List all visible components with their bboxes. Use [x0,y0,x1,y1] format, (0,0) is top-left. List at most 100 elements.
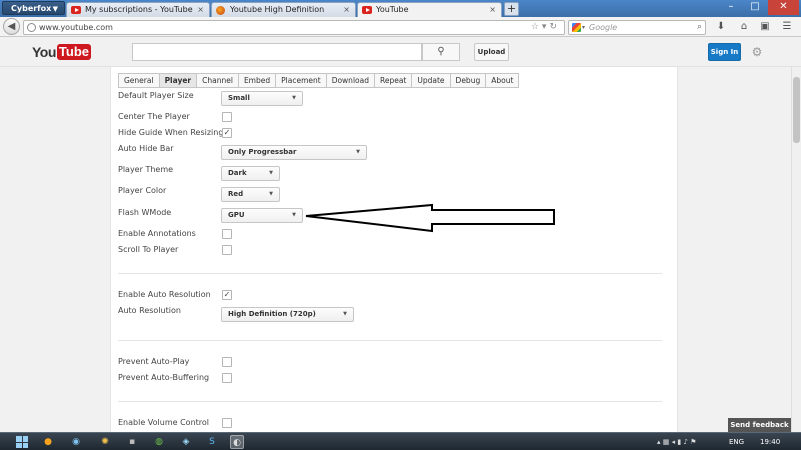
browser-tab-subscriptions[interactable]: My subscriptions - YouTube × [66,2,210,17]
tab-placement[interactable]: Placement [275,73,327,88]
speaker-icon[interactable]: ♪ [683,438,687,446]
star-icon[interactable]: ☆ [531,22,542,32]
enable-annotations-checkbox[interactable] [222,229,232,239]
enable-volume-control-checkbox[interactable] [222,418,232,428]
auto-hide-bar-select[interactable]: Only Progressbar ▼ [221,145,367,160]
chevron-down-icon: ▼ [269,170,273,176]
bookmarks-icon[interactable]: ▣ [757,20,773,34]
extension-favicon-icon [216,6,225,15]
web-search-input[interactable]: ▾ Google ⌕ [568,20,706,35]
reload-icon[interactable]: ↻ [549,22,560,32]
tab-channel[interactable]: Channel [196,73,239,88]
search-icon: ⚲ [437,46,445,57]
address-bar[interactable]: www.youtube.com ☆▾↻ [23,20,565,35]
prevent-autoplay-checkbox[interactable] [222,357,232,367]
gear-icon[interactable]: ⚙ [750,43,764,61]
chevron-down-icon: ▼ [292,212,296,218]
player-theme-label: Player Theme [118,165,174,174]
youtube-favicon-icon [71,6,81,14]
tab-title: My subscriptions - YouTube [85,5,193,14]
search-icon[interactable]: ⌕ [697,21,702,34]
flash-wmode-label: Flash WMode [118,208,172,217]
app-menu-button[interactable]: Cyberfox ▼ [2,1,65,15]
youtube-search-input[interactable] [132,43,422,61]
enable-volume-control-label: Enable Volume Control [118,418,210,427]
clock[interactable]: 19:40 [760,436,780,448]
page-viewport: General Player Channel Embed Placement D… [0,67,801,432]
cyberfox-icon[interactable]: ● [41,435,55,449]
signal-icon[interactable]: ▮ [677,438,681,446]
browser-icon[interactable]: ◉ [69,435,83,449]
youtube-logo[interactable]: You Tube [32,44,91,60]
home-icon[interactable]: ⌂ [736,20,752,34]
settings-panel: General Player Channel Embed Placement D… [110,67,678,432]
skype-icon[interactable]: S [205,435,219,449]
torrent-icon[interactable]: ◍ [152,435,166,449]
upload-button[interactable]: Upload [474,43,509,61]
new-tab-button[interactable]: + [504,2,519,16]
player-color-label: Player Color [118,186,167,195]
app-icon[interactable]: ▪ [125,435,139,449]
center-player-checkbox[interactable] [222,112,232,122]
start-icon[interactable] [16,436,28,448]
tab-embed[interactable]: Embed [237,73,277,88]
active-window-icon[interactable]: ◐ [230,435,244,449]
chevron-up-icon[interactable]: ▴ [657,438,661,446]
browser-tab-youtube-hd[interactable]: Youtube High Definition × [211,2,356,17]
tab-update[interactable]: Update [411,73,451,88]
sign-in-button[interactable]: Sign In [708,43,741,61]
send-feedback-button[interactable]: Send feedback [728,418,791,432]
prevent-autobuffering-checkbox[interactable] [222,373,232,383]
app-icon[interactable]: ✺ [98,435,112,449]
enable-auto-resolution-label: Enable Auto Resolution [118,290,211,299]
window-close-icon[interactable]: ✕ [768,0,799,15]
tab-repeat[interactable]: Repeat [373,73,413,88]
scrollbar-thumb[interactable] [793,77,800,143]
menu-icon[interactable]: ☰ [779,20,795,34]
language-indicator[interactable]: ENG [729,436,744,448]
youtube-favicon-icon [362,6,372,14]
center-player-label: Center The Player [118,112,190,121]
tab-download[interactable]: Download [325,73,375,88]
flash-wmode-select[interactable]: GPU ▼ [221,208,303,223]
volume-icon[interactable]: ◂ [672,438,676,446]
tab-about[interactable]: About [485,73,520,88]
chevron-down-icon[interactable]: ▾ [582,21,585,34]
app-menu-label: Cyberfox [11,4,52,13]
close-icon[interactable]: × [489,3,496,16]
flag-icon[interactable]: ⚑ [690,438,696,446]
auto-resolution-label: Auto Resolution [118,306,181,315]
vertical-scrollbar[interactable] [791,67,801,432]
browser-tab-strip: Cyberfox ▼ My subscriptions - YouTube × … [0,0,801,17]
google-icon [572,23,581,32]
tab-title: YouTube [376,5,409,14]
youtube-search-button[interactable]: ⚲ [422,43,460,61]
network-icon[interactable]: ▦ [663,438,670,446]
download-icon[interactable]: ⬇ [713,20,729,34]
browser-tab-youtube[interactable]: YouTube × [357,2,502,17]
player-color-select[interactable]: Red ▼ [221,187,280,202]
tab-title: Youtube High Definition [230,5,325,14]
scroll-to-player-checkbox[interactable] [222,245,232,255]
prevent-autoplay-label: Prevent Auto-Play [118,357,190,366]
back-button[interactable]: ◀ [3,18,20,35]
tab-player[interactable]: Player [158,73,198,88]
app-icon[interactable]: ◈ [179,435,193,449]
section-divider [118,401,662,402]
enable-annotations-label: Enable Annotations [118,229,196,238]
default-player-size-label: Default Player Size [118,91,194,100]
tab-general[interactable]: General [118,73,160,88]
maximize-icon[interactable]: □ [744,0,766,15]
close-icon[interactable]: × [343,3,350,16]
minimize-icon[interactable]: – [720,0,742,15]
tab-debug[interactable]: Debug [449,73,487,88]
settings-tabs: General Player Channel Embed Placement D… [118,73,520,88]
hide-guide-checkbox[interactable]: ✓ [222,128,232,138]
close-icon[interactable]: × [197,3,204,16]
chevron-down-icon: ▼ [356,149,360,155]
globe-icon [27,23,36,32]
default-player-size-select[interactable]: Small ▼ [221,91,303,106]
auto-resolution-select[interactable]: High Definition (720p) ▼ [221,307,354,322]
player-theme-select[interactable]: Dark ▼ [221,166,280,181]
enable-auto-resolution-checkbox[interactable]: ✓ [222,290,232,300]
